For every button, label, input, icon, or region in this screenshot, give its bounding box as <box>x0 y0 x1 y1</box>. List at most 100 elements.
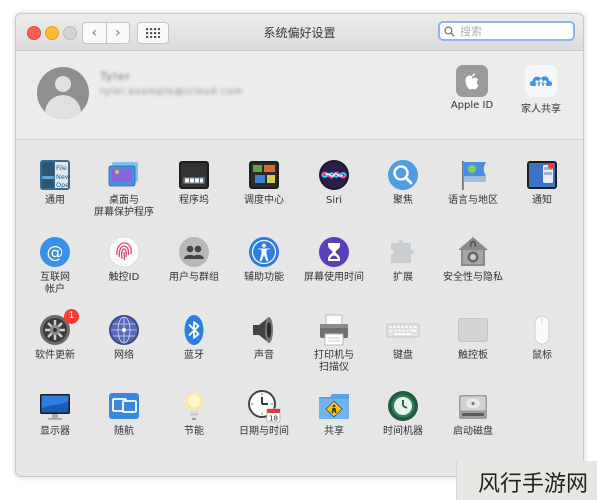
preferences-section-1: File New Ope 通用 桌面与 屏幕保护程序 程序坞 调度中心 Siri… <box>16 139 583 300</box>
account-email: tyler.example@icloud.com <box>100 87 244 97</box>
notifications-label: 通知 <box>532 195 552 206</box>
pref-sharing[interactable]: 共享 <box>299 389 369 438</box>
bluetooth-label: 蓝牙 <box>184 350 204 361</box>
security-privacy-label: 安全性与隐私 <box>443 272 503 283</box>
family-sharing-label: 家人共享 <box>521 104 561 115</box>
general-icon: File New Ope <box>38 158 72 192</box>
accessibility-label: 辅助功能 <box>244 272 284 283</box>
pref-spotlight[interactable]: 聚焦 <box>368 158 438 207</box>
pref-notifications[interactable]: 通知 <box>507 158 577 207</box>
general-label: 通用 <box>45 195 65 206</box>
pref-displays[interactable]: 显示器 <box>20 389 90 438</box>
trackpad-label: 触控板 <box>458 350 488 361</box>
network-label: 网络 <box>114 350 134 361</box>
sidecar-label: 随航 <box>114 426 134 437</box>
apple-id-icon <box>456 65 488 97</box>
back-button[interactable]: ‹ <box>83 23 106 43</box>
startup-disk-icon <box>456 389 490 423</box>
keyboard-label: 键盘 <box>393 350 413 361</box>
zoom-button[interactable] <box>63 26 77 40</box>
pref-security-privacy[interactable]: 安全性与隐私 <box>438 235 508 284</box>
language-region-label: 语言与地区 <box>448 195 498 206</box>
search-field[interactable] <box>438 21 575 41</box>
grid-icon <box>146 28 160 38</box>
extensions-label: 扩展 <box>393 272 413 283</box>
pref-dock[interactable]: 程序坞 <box>159 158 229 207</box>
sharing-label: 共享 <box>324 426 344 437</box>
pref-date-time[interactable]: 18 日期与时间 <box>229 389 299 438</box>
spotlight-icon <box>386 158 420 192</box>
dock-label: 程序坞 <box>179 195 209 206</box>
pref-software-update[interactable]: 1 软件更新 <box>20 309 90 362</box>
internet-accounts-label: 互联网 帐户 <box>40 272 70 295</box>
printers-scanners-icon <box>317 313 351 347</box>
keyboard-icon <box>386 313 420 347</box>
svg-text:Ope: Ope <box>56 181 69 189</box>
sound-icon <box>247 313 281 347</box>
energy-saver-label: 节能 <box>184 426 204 437</box>
pref-language-region[interactable]: 语言与地区 <box>438 158 508 207</box>
apple-id-item[interactable]: Apple ID <box>437 65 507 111</box>
search-icon <box>440 22 460 41</box>
minimize-button[interactable] <box>45 26 59 40</box>
pref-startup-disk[interactable]: 启动磁盘 <box>438 389 508 438</box>
svg-text:New: New <box>56 173 71 181</box>
pref-keyboard[interactable]: 键盘 <box>368 313 438 362</box>
show-all-button[interactable] <box>137 22 169 44</box>
family-sharing-item[interactable]: 家人共享 <box>506 65 576 115</box>
pref-desktop-screensaver[interactable]: 桌面与 屏幕保护程序 <box>89 158 159 219</box>
sound-label: 声音 <box>254 350 274 361</box>
forward-button[interactable]: › <box>105 23 130 43</box>
pref-time-machine[interactable]: 时间机器 <box>368 389 438 438</box>
trackpad-icon <box>456 313 490 347</box>
date-time-icon: 18 <box>247 389 281 423</box>
date-time-label: 日期与时间 <box>239 426 289 437</box>
pref-mission-control[interactable]: 调度中心 <box>229 158 299 207</box>
printers-scanners-label: 打印机与 扫描仪 <box>314 350 354 373</box>
close-button[interactable] <box>27 26 41 40</box>
touch-id-icon <box>107 235 141 269</box>
pref-energy-saver[interactable]: 节能 <box>159 389 229 438</box>
users-groups-icon <box>177 235 211 269</box>
pref-sound[interactable]: 声音 <box>229 313 299 362</box>
pref-general[interactable]: File New Ope 通用 <box>20 158 90 207</box>
displays-icon <box>38 389 72 423</box>
pref-internet-accounts[interactable]: @ 互联网 帐户 <box>20 235 90 296</box>
titlebar: ‹ › 系统偏好设置 <box>16 14 583 51</box>
apple-id-label: Apple ID <box>450 100 494 111</box>
pref-screen-time[interactable]: 屏幕使用时间 <box>299 235 369 284</box>
svg-text:File: File <box>56 164 67 172</box>
pref-sidecar[interactable]: 随航 <box>89 389 159 438</box>
pref-accessibility[interactable]: 辅助功能 <box>229 235 299 284</box>
internet-accounts-icon: @ <box>38 235 72 269</box>
watermark: 风行手游网 <box>456 461 597 500</box>
pref-touch-id[interactable]: 触控ID <box>89 235 159 284</box>
screen-time-icon <box>317 235 351 269</box>
energy-saver-icon <box>177 389 211 423</box>
pref-printers-scanners[interactable]: 打印机与 扫描仪 <box>299 313 369 374</box>
touch-id-label: 触控ID <box>108 272 140 283</box>
screen-time-label: 屏幕使用时间 <box>304 272 364 283</box>
pref-trackpad[interactable]: 触控板 <box>438 313 508 362</box>
account-section: Tyler tyler.example@icloud.com Apple ID <box>16 51 583 139</box>
desktop-screensaver-icon <box>107 158 141 192</box>
pref-extensions[interactable]: 扩展 <box>368 235 438 284</box>
sharing-icon <box>317 389 351 423</box>
accessibility-icon <box>247 235 281 269</box>
pref-bluetooth[interactable]: 蓝牙 <box>159 313 229 362</box>
pref-siri[interactable]: Siri <box>299 158 369 207</box>
avatar[interactable] <box>37 67 89 119</box>
dock-icon <box>177 158 211 192</box>
pref-mouse[interactable]: 鼠标 <box>507 313 577 362</box>
desktop-screensaver-label: 桌面与 屏幕保护程序 <box>94 195 154 218</box>
siri-label: Siri <box>325 195 342 206</box>
search-input[interactable] <box>460 24 570 38</box>
mouse-label: 鼠标 <box>532 350 552 361</box>
extensions-icon <box>386 235 420 269</box>
software-update-icon: 1 <box>38 309 79 347</box>
pref-network[interactable]: 网络 <box>89 313 159 362</box>
preferences-section-2: 1 软件更新 网络 蓝牙 声音 打印机与 扫描仪 键盘 触控板 鼠标 显示器 随… <box>16 299 583 476</box>
pref-users-groups[interactable]: 用户与群组 <box>159 235 229 284</box>
bluetooth-icon <box>177 313 211 347</box>
account-name: Tyler <box>100 70 131 83</box>
